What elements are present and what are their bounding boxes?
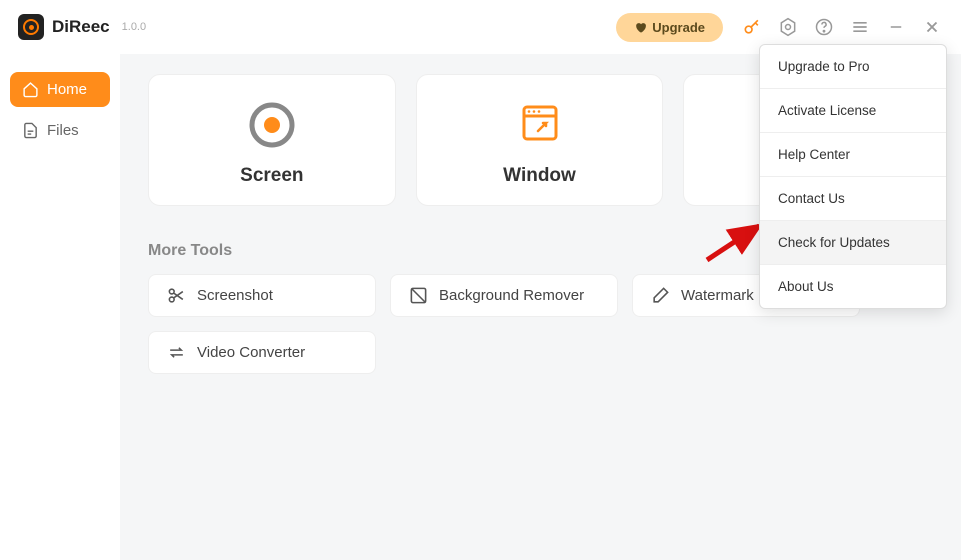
help-icon[interactable]	[813, 16, 835, 38]
mode-card-screen[interactable]: Screen	[148, 74, 396, 206]
tool-label: Video Converter	[197, 344, 305, 361]
eraser-icon	[651, 286, 670, 305]
scissors-icon	[167, 286, 186, 305]
tool-label: Screenshot	[197, 287, 273, 304]
menu-upgrade-pro[interactable]: Upgrade to Pro	[760, 45, 946, 89]
window-icon	[512, 97, 568, 153]
menu-check-updates[interactable]: Check for Updates	[760, 221, 946, 265]
app-logo-icon	[18, 14, 44, 40]
mode-card-label: Window	[503, 165, 576, 187]
home-icon	[22, 81, 39, 98]
files-icon	[22, 122, 39, 139]
tool-video-converter[interactable]: Video Converter	[148, 331, 376, 374]
sidebar: Home Files	[0, 54, 120, 560]
tool-screenshot[interactable]: Screenshot	[148, 274, 376, 317]
sidebar-item-files[interactable]: Files	[10, 113, 110, 148]
screen-record-icon	[244, 97, 300, 153]
mode-card-window[interactable]: Window	[416, 74, 664, 206]
tool-label: Background Remover	[439, 287, 584, 304]
settings-icon[interactable]	[777, 16, 799, 38]
menu-about-us[interactable]: About Us	[760, 265, 946, 308]
bg-remove-icon	[409, 286, 428, 305]
convert-icon	[167, 343, 186, 362]
close-icon[interactable]	[921, 16, 943, 38]
sidebar-item-home[interactable]: Home	[10, 72, 110, 107]
app-version: 1.0.0	[122, 21, 146, 33]
app-logo-wrap: DiReec 1.0.0	[18, 14, 146, 40]
topbar-icons	[741, 16, 943, 38]
app-name: DiReec	[52, 17, 110, 37]
heart-icon	[634, 21, 647, 34]
key-icon[interactable]	[741, 16, 763, 38]
menu-icon[interactable]	[849, 16, 871, 38]
upgrade-label: Upgrade	[652, 20, 705, 35]
menu-help-center[interactable]: Help Center	[760, 133, 946, 177]
menu-activate-license[interactable]: Activate License	[760, 89, 946, 133]
sidebar-item-label: Home	[47, 81, 87, 98]
menu-contact-us[interactable]: Contact Us	[760, 177, 946, 221]
tool-background-remover[interactable]: Background Remover	[390, 274, 618, 317]
mode-card-label: Screen	[240, 165, 303, 187]
minimize-icon[interactable]	[885, 16, 907, 38]
sidebar-item-label: Files	[47, 122, 79, 139]
upgrade-button[interactable]: Upgrade	[616, 13, 723, 42]
hamburger-dropdown: Upgrade to Pro Activate License Help Cen…	[759, 44, 947, 309]
